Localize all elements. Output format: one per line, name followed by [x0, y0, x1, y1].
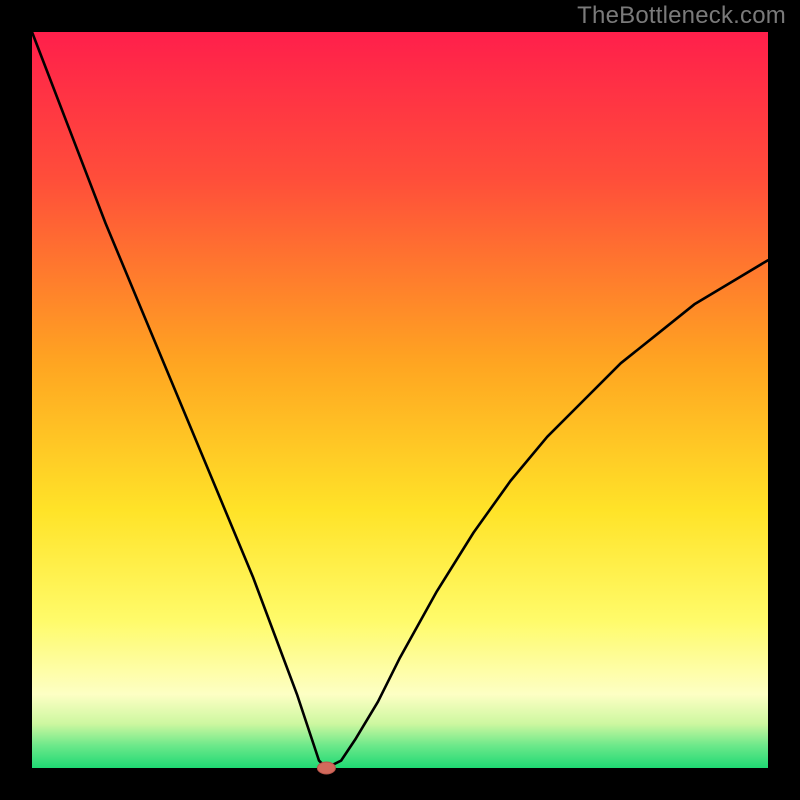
watermark-text: TheBottleneck.com	[577, 2, 786, 30]
bottleneck-chart	[0, 0, 800, 800]
chart-frame: TheBottleneck.com	[0, 0, 800, 800]
optimal-point-marker	[317, 762, 335, 774]
